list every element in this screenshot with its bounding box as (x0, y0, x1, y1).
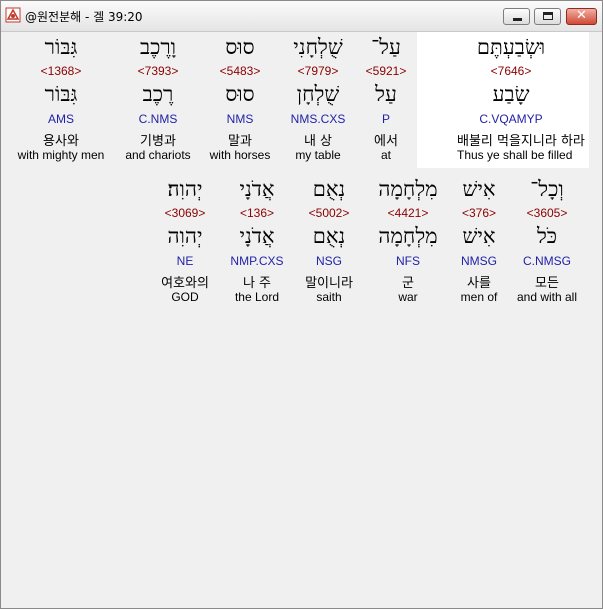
korean-gloss: 여호와의 (161, 276, 209, 291)
hebrew-word: יְהוִה׃ (167, 177, 203, 201)
morphology-code: NE (176, 254, 194, 268)
minimize-button[interactable] (503, 8, 530, 25)
title-bar[interactable]: @원전분해 - 겔 39:20 ✕ (1, 1, 602, 32)
english-gloss: GOD (171, 290, 199, 304)
hebrew-word: גִּבּוֹר (44, 35, 78, 59)
window-title: @원전분해 - 겔 39:20 (25, 10, 143, 24)
strong-number[interactable]: <3069> (131, 206, 239, 220)
english-gloss: Thus ye shall be filled (457, 148, 573, 162)
close-button[interactable]: ✕ (566, 8, 597, 25)
morphology-code: AMS (47, 112, 74, 126)
korean-gloss: 용사와 (43, 134, 79, 149)
strong-number[interactable]: <1368> (7, 64, 115, 78)
maximize-button[interactable] (534, 8, 561, 25)
app-logo-icon (5, 7, 21, 23)
lexical-form: רֶכֶב (142, 82, 174, 106)
lexical-form: גִּבּוֹר (44, 82, 78, 106)
hebrew-word: וָרֶכֶב (139, 35, 177, 59)
close-icon: ✕ (576, 8, 587, 23)
interlinear-panel: וּשְׂבַעְתֶּם <7646> שָׂבַע C.VQAMYP 배불리… (3, 32, 599, 606)
lexical-form: יְהוִה (167, 224, 203, 248)
english-gloss: with mighty men (17, 148, 105, 162)
morphology-code: C.NMS (138, 112, 178, 126)
hebrew-word: וּשְׂבַעְתֶּם (476, 35, 546, 59)
korean-gloss: 배불리 먹을지니라 하라 (457, 134, 585, 149)
morphology-code: C.VQAMYP (479, 112, 543, 126)
strong-number[interactable]: <7646> (457, 64, 565, 78)
korean-gloss: 기병과 (140, 134, 176, 149)
app-window: @원전분해 - 겔 39:20 ✕ וּשְׂבַעְתֶּם <7646> ש… (0, 0, 603, 609)
strong-number[interactable]: <7393> (104, 64, 212, 78)
lexical-form: שָׂבַע (492, 82, 530, 106)
english-gloss: and chariots (125, 148, 191, 162)
